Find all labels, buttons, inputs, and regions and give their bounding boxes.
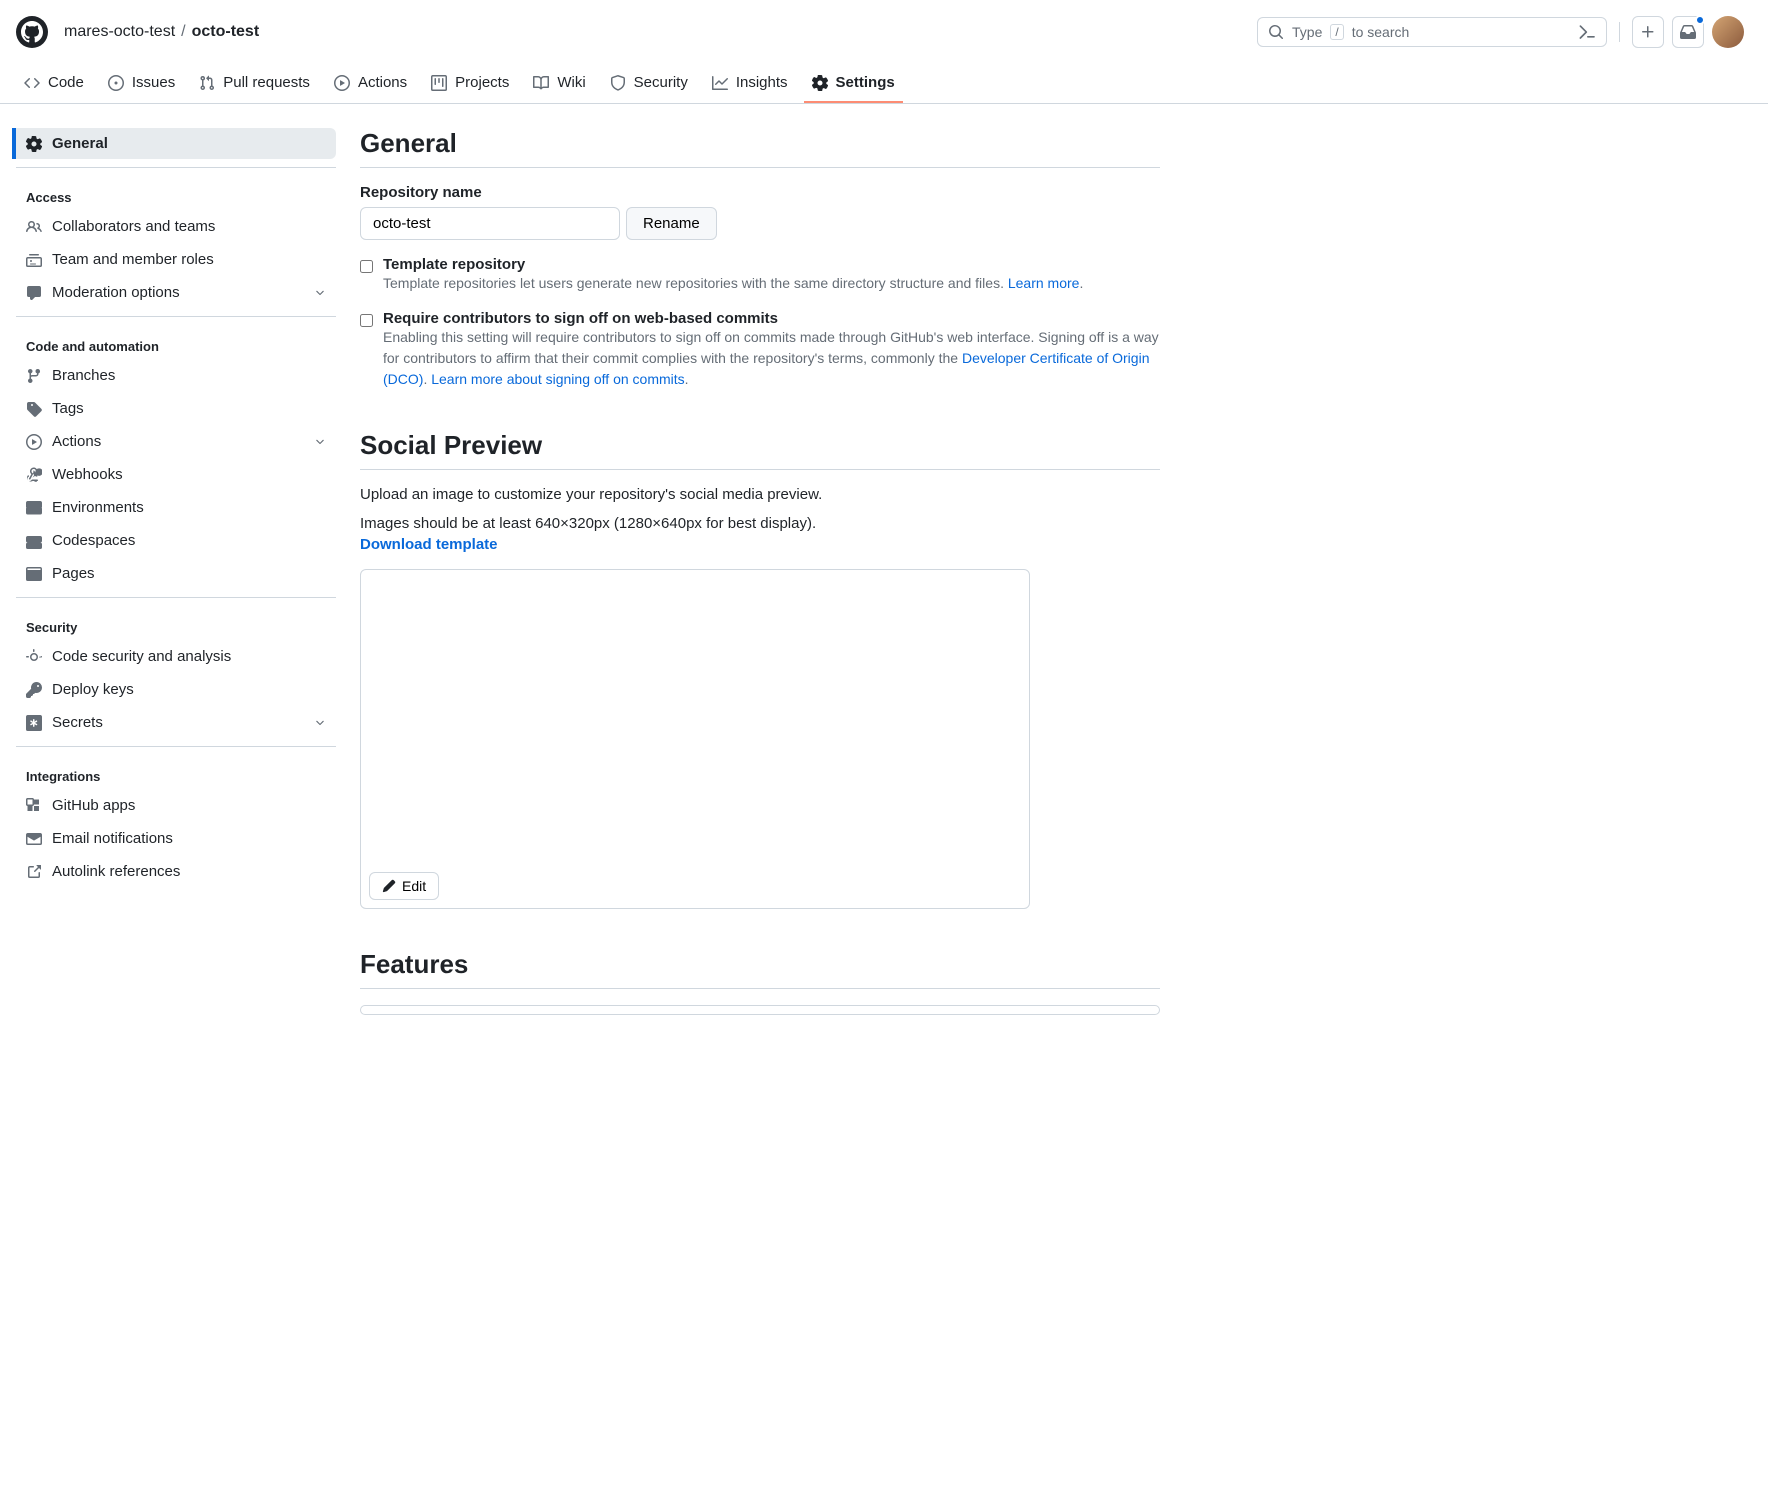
webhook-icon xyxy=(26,467,42,483)
server-icon xyxy=(26,500,42,516)
owner-link[interactable]: mares-octo-test xyxy=(64,23,175,41)
sidebar-collaborators[interactable]: Collaborators and teams xyxy=(16,211,336,242)
cmd-palette-icon[interactable] xyxy=(1578,23,1596,41)
access-heading: Access xyxy=(16,184,336,211)
tab-actions[interactable]: Actions xyxy=(326,64,415,103)
search-input[interactable]: Type / to search xyxy=(1257,17,1607,47)
shield-icon xyxy=(610,75,626,91)
key-icon xyxy=(26,682,42,698)
issues-icon xyxy=(108,75,124,91)
sidebar-autolink[interactable]: Autolink references xyxy=(16,856,336,887)
id-badge-icon xyxy=(26,252,42,268)
code-icon xyxy=(24,75,40,91)
learn-more-link[interactable]: Learn more xyxy=(1008,275,1080,291)
asterisk-icon xyxy=(26,715,42,731)
sidebar-email[interactable]: Email notifications xyxy=(16,823,336,854)
scan-icon xyxy=(26,649,42,665)
apps-icon xyxy=(26,798,42,814)
inbox-icon xyxy=(1680,24,1696,40)
repo-name-input[interactable] xyxy=(360,207,620,240)
tab-security[interactable]: Security xyxy=(602,64,696,103)
notifications-button[interactable] xyxy=(1672,16,1704,48)
branch-icon xyxy=(26,368,42,384)
tab-insights[interactable]: Insights xyxy=(704,64,796,103)
sidebar-actions[interactable]: Actions xyxy=(16,426,336,457)
sidebar-general[interactable]: General xyxy=(12,128,336,159)
plus-icon xyxy=(1640,24,1656,40)
create-button[interactable] xyxy=(1632,16,1664,48)
actions-icon xyxy=(334,75,350,91)
sidebar-environments[interactable]: Environments xyxy=(16,492,336,523)
tab-issues[interactable]: Issues xyxy=(100,64,183,103)
search-icon xyxy=(1268,24,1284,40)
notification-dot xyxy=(1695,15,1705,25)
code-heading: Code and automation xyxy=(16,333,336,360)
integrations-heading: Integrations xyxy=(16,763,336,790)
sidebar-deploy-keys[interactable]: Deploy keys xyxy=(16,674,336,705)
comment-icon xyxy=(26,285,42,301)
signoff-checkbox[interactable] xyxy=(360,314,373,327)
features-title: Features xyxy=(360,949,1160,989)
tab-pulls[interactable]: Pull requests xyxy=(191,64,318,103)
chevron-down-icon xyxy=(314,436,326,448)
play-icon xyxy=(26,434,42,450)
graph-icon xyxy=(712,75,728,91)
signoff-learn-link[interactable]: Learn more about signing off on commits xyxy=(431,371,684,387)
repo-tabs: Code Issues Pull requests Actions Projec… xyxy=(0,64,1768,104)
download-template-link[interactable]: Download template xyxy=(360,536,498,553)
pr-icon xyxy=(199,75,215,91)
social-desc1: Upload an image to customize your reposi… xyxy=(360,486,1160,503)
wiki-icon xyxy=(533,75,549,91)
projects-icon xyxy=(431,75,447,91)
sidebar-secrets[interactable]: Secrets xyxy=(16,707,336,738)
pencil-icon xyxy=(382,879,396,893)
edit-button[interactable]: Edit xyxy=(369,872,439,900)
sidebar-tags[interactable]: Tags xyxy=(16,393,336,424)
signoff-desc: Enabling this setting will require contr… xyxy=(383,327,1160,390)
tag-icon xyxy=(26,401,42,417)
sidebar-codespaces[interactable]: Codespaces xyxy=(16,525,336,556)
mail-icon xyxy=(26,831,42,847)
repo-name-label: Repository name xyxy=(360,184,1160,201)
template-desc: Template repositories let users generate… xyxy=(383,273,1083,294)
breadcrumb-sep: / xyxy=(181,23,185,41)
rename-button[interactable]: Rename xyxy=(626,207,717,240)
sidebar: General Access Collaborators and teams T… xyxy=(16,128,336,1015)
shortcut-key: / xyxy=(1330,24,1343,40)
avatar[interactable] xyxy=(1712,16,1744,48)
sidebar-moderation[interactable]: Moderation options xyxy=(16,277,336,308)
main-content: General Repository name Rename Template … xyxy=(360,128,1160,1015)
divider xyxy=(1619,22,1620,42)
gear-icon xyxy=(26,136,42,152)
template-label: Template repository xyxy=(383,256,1083,273)
browser-icon xyxy=(26,566,42,582)
breadcrumb: mares-octo-test / octo-test xyxy=(64,23,1257,41)
tab-wiki[interactable]: Wiki xyxy=(525,64,593,103)
sidebar-team-roles[interactable]: Team and member roles xyxy=(16,244,336,275)
repo-link[interactable]: octo-test xyxy=(192,23,260,41)
tab-projects[interactable]: Projects xyxy=(423,64,517,103)
github-logo[interactable] xyxy=(16,16,48,48)
social-preview-box: Edit xyxy=(360,569,1030,909)
social-title: Social Preview xyxy=(360,430,1160,470)
sidebar-code-security[interactable]: Code security and analysis xyxy=(16,641,336,672)
gear-icon xyxy=(812,75,828,91)
sidebar-webhooks[interactable]: Webhooks xyxy=(16,459,336,490)
features-box xyxy=(360,1005,1160,1015)
page-title: General xyxy=(360,128,1160,168)
sidebar-github-apps[interactable]: GitHub apps xyxy=(16,790,336,821)
template-checkbox[interactable] xyxy=(360,260,373,273)
codespaces-icon xyxy=(26,533,42,549)
link-external-icon xyxy=(26,864,42,880)
sidebar-branches[interactable]: Branches xyxy=(16,360,336,391)
tab-settings[interactable]: Settings xyxy=(804,64,903,103)
chevron-down-icon xyxy=(314,717,326,729)
tab-code[interactable]: Code xyxy=(16,64,92,103)
people-icon xyxy=(26,219,42,235)
sidebar-pages[interactable]: Pages xyxy=(16,558,336,589)
security-heading: Security xyxy=(16,614,336,641)
signoff-label: Require contributors to sign off on web-… xyxy=(383,310,1160,327)
social-desc2: Images should be at least 640×320px (128… xyxy=(360,515,1160,532)
chevron-down-icon xyxy=(314,287,326,299)
